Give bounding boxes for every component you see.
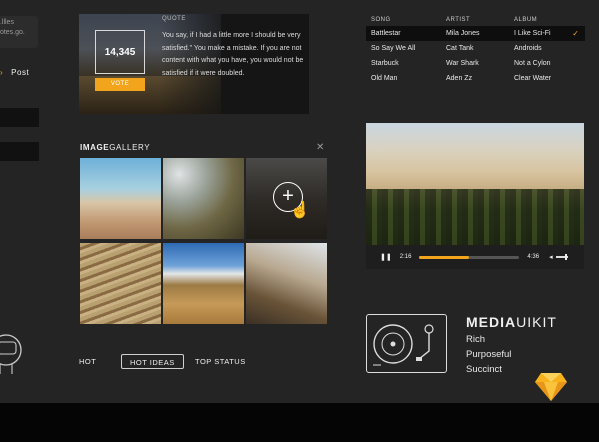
- gallery-thumbnail-desert[interactable]: [80, 158, 161, 239]
- song-album: Androids: [514, 45, 542, 52]
- pause-icon[interactable]: ❚❚: [380, 253, 392, 261]
- song-artist: Mila Jones: [446, 30, 480, 37]
- song-artist: War Shark: [446, 60, 479, 67]
- post-nav-label: Post: [11, 68, 30, 77]
- song-title: So Say We All: [371, 45, 416, 52]
- song-artist: Aden Zz: [446, 75, 473, 82]
- song-row[interactable]: Old Man Aden Zz Clear Water: [366, 71, 585, 86]
- helmet-icon: [0, 328, 26, 383]
- gallery-thumbnail-mountain[interactable]: [246, 243, 327, 324]
- fragment-text: ..llles totes.go.: [0, 19, 25, 36]
- dark-input-fragment[interactable]: [0, 108, 39, 127]
- volume-icon[interactable]: ◂: [549, 253, 553, 261]
- dark-input-fragment[interactable]: [0, 142, 39, 161]
- header-artist: ARTIST: [446, 17, 471, 23]
- gallery-thumbnail-terraces[interactable]: [80, 243, 161, 324]
- chevron-right-icon: ›: [0, 68, 4, 77]
- song-album-cell: I Like Sci-Fi ✓: [509, 29, 585, 38]
- song-title: Battlestar: [371, 30, 401, 37]
- hand-cursor-icon: ☝: [290, 202, 310, 219]
- tab-hot[interactable]: HOT: [79, 354, 96, 369]
- song-table-header: SONG ARTIST ALBUM: [366, 14, 585, 26]
- progress-bar[interactable]: [419, 255, 520, 259]
- gallery-thumbnail-grass[interactable]: [163, 158, 244, 239]
- song-album: I Like Sci-Fi: [514, 30, 551, 37]
- post-nav-link[interactable]: › Post: [0, 68, 29, 77]
- player-controls: ❚❚ 2:16 4:36 ◂: [366, 245, 584, 269]
- brand-title: MEDIAUIKIT: [466, 314, 557, 330]
- gallery-thumbnail-valley[interactable]: [163, 243, 244, 324]
- song-album: Not a Cylon: [514, 60, 551, 67]
- vote-count: 14,345: [95, 30, 145, 74]
- brand-line: Purposeful: [466, 349, 512, 360]
- tab-hot-ideas[interactable]: HOT IDEAS: [121, 354, 184, 369]
- bottom-bar: [0, 403, 599, 442]
- quote-card: 14,345 VOTE QUOTE You say, if I had a li…: [79, 14, 309, 114]
- checkmark-icon: ✓: [572, 29, 579, 38]
- song-artist: Cat Tank: [446, 45, 474, 52]
- song-title: Old Man: [371, 75, 398, 82]
- header-album: ALBUM: [514, 17, 538, 23]
- song-album: Clear Water: [514, 75, 552, 82]
- gallery-title: IMAGEGALLERY: [80, 143, 151, 152]
- sketch-diamond-icon: [534, 372, 568, 407]
- turntable-icon: [366, 314, 447, 373]
- quote-text: You say, if I had a little more I should…: [162, 32, 304, 77]
- song-row[interactable]: So Say We All Cat Tank Androids: [366, 41, 585, 56]
- tab-top-status[interactable]: TOP STATUS: [195, 354, 246, 369]
- quote-label: QUOTE: [162, 16, 186, 22]
- brand-line: Succinct: [466, 364, 502, 375]
- video-player[interactable]: ❚❚ 2:16 4:36 ◂: [366, 123, 584, 269]
- volume-slider[interactable]: [555, 254, 568, 260]
- progress-fill: [419, 255, 470, 259]
- fragment-card: ..llles totes.go.: [0, 16, 38, 48]
- current-time: 2:16: [399, 254, 412, 260]
- header-song: SONG: [371, 17, 391, 23]
- song-row[interactable]: Starbuck War Shark Not a Cylon: [366, 56, 585, 71]
- song-title: Starbuck: [371, 60, 399, 67]
- song-table: SONG ARTIST ALBUM Battlestar Mila Jones …: [366, 14, 585, 86]
- song-row[interactable]: Battlestar Mila Jones I Like Sci-Fi ✓: [366, 26, 585, 41]
- vote-button[interactable]: VOTE: [95, 78, 145, 91]
- close-icon[interactable]: ✕: [316, 142, 324, 153]
- brand-line: Rich: [466, 334, 486, 345]
- total-time: 4:36: [527, 254, 540, 260]
